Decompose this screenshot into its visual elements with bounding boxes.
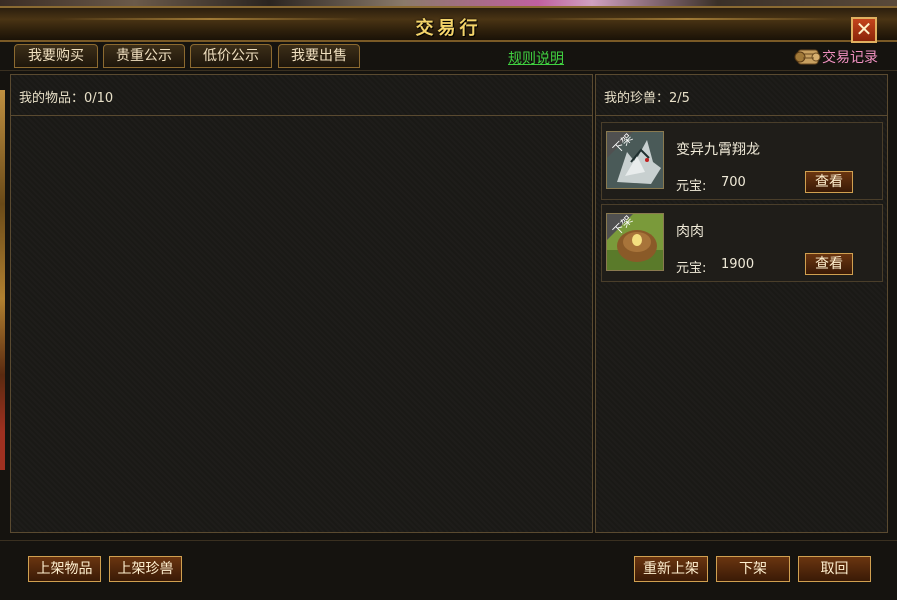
pet-price-label: 元宝:	[676, 261, 707, 276]
pet-meat-thumbnail: 下架	[606, 213, 664, 271]
pet-dragon-thumbnail: 下架	[606, 131, 664, 189]
divider	[0, 70, 897, 71]
my-pets-panel: 我的珍兽：2/5 下架 变异九霄翔龙 元宝: 700 查看 下架 肉肉 元宝: …	[595, 74, 888, 533]
pet-name: 变异九霄翔龙	[676, 142, 760, 158]
my-items-header: 我的物品：0/10	[11, 75, 592, 116]
withdraw-button[interactable]: 取回	[798, 556, 871, 582]
my-items-panel: 我的物品：0/10	[10, 74, 593, 533]
bottom-divider	[0, 540, 897, 541]
my-pets-count: 我的珍兽：2/5	[604, 91, 690, 106]
delist-button[interactable]: 下架	[716, 556, 790, 582]
tab-sell[interactable]: 我要出售	[278, 44, 360, 68]
pet-card[interactable]: 下架 肉肉 元宝: 1900 查看	[601, 204, 883, 282]
tab-lowprice-notice[interactable]: 低价公示	[190, 44, 272, 68]
pet-price-label: 元宝:	[676, 179, 707, 194]
pet-card[interactable]: 下架 变异九霄翔龙 元宝: 700 查看	[601, 122, 883, 200]
trade-record-label: 交易记录	[822, 50, 878, 66]
rules-link[interactable]: 规则说明	[508, 48, 564, 68]
pet-price-value: 1900	[721, 257, 755, 272]
trading-house-window: 交易行 ✕ 我要购买 贵重公示 低价公示 我要出售 规则说明 交易记录 我的物品…	[0, 0, 897, 600]
close-button[interactable]: ✕	[851, 17, 877, 43]
dragon-image: 下架	[607, 132, 663, 188]
tab-buy[interactable]: 我要购买	[14, 44, 98, 68]
view-pet-button[interactable]: 查看	[805, 171, 853, 193]
my-pets-header: 我的珍兽：2/5	[596, 75, 887, 116]
my-items-count: 我的物品：0/10	[19, 91, 114, 106]
list-pet-button[interactable]: 上架珍兽	[109, 556, 182, 582]
window-title: 交易行	[415, 18, 482, 39]
list-item-button[interactable]: 上架物品	[28, 556, 101, 582]
view-pet-button[interactable]: 查看	[805, 253, 853, 275]
pet-price-value: 700	[721, 175, 746, 190]
tab-valuable-notice[interactable]: 贵重公示	[103, 44, 185, 68]
relist-button[interactable]: 重新上架	[634, 556, 708, 582]
meat-pet-image: 下架	[607, 214, 663, 270]
side-hud-edge	[0, 90, 5, 470]
scroll-icon	[794, 49, 821, 65]
pet-name: 肉肉	[676, 224, 704, 240]
title-bar: 交易行 ✕	[0, 6, 897, 43]
